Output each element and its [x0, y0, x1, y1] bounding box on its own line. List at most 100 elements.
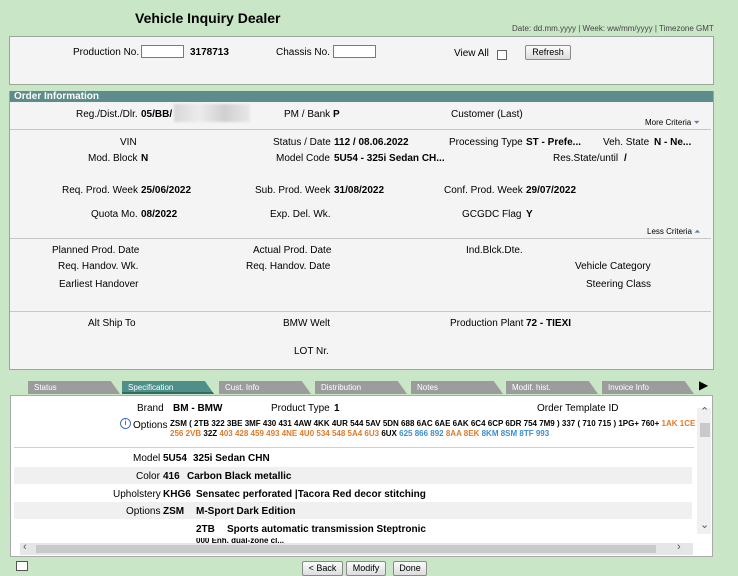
tab-invoice-info[interactable]: Invoice Info	[602, 381, 694, 394]
sub-option-code: 2TB	[196, 524, 215, 535]
mod-block-value: N	[141, 153, 149, 164]
tab-scroll-right-icon[interactable]: ▶	[699, 378, 708, 392]
options-label: Options	[133, 420, 168, 431]
reg-dist-dlr-value: 05/BB/	[141, 109, 173, 120]
alt-ship-to-label: Alt Ship To	[88, 318, 136, 329]
order-info-header: Order Information	[10, 91, 713, 102]
modify-button[interactable]: Modify	[346, 561, 386, 576]
veh-state-value: N - Ne...	[654, 137, 692, 148]
bmw-welt-label: BMW Welt	[283, 318, 331, 329]
options-group-c: 403 428 459 493 4NE 4U0 534 548 5A4 6U3	[219, 429, 380, 438]
scroll-down-icon[interactable]: ⌄	[700, 518, 709, 531]
status-date-label: Status / Date	[273, 137, 331, 148]
scroll-thumb-h[interactable]	[36, 545, 656, 553]
brand-label: Brand	[137, 403, 164, 414]
more-criteria-link[interactable]: More Criteria ⏷	[645, 118, 700, 128]
page-title: Vehicle Inquiry Dealer	[135, 10, 281, 26]
planned-prod-date-label: Planned Prod. Date	[52, 245, 140, 256]
info-icon[interactable]: i	[120, 418, 131, 429]
product-type-value: 1	[334, 403, 340, 414]
tab-specification[interactable]: Specification	[122, 381, 214, 394]
chevron-down-icon: ⏷	[693, 118, 700, 127]
tab-modif-hist[interactable]: Modif. hist.	[506, 381, 598, 394]
options-group-g: 8KM 8SM 8TF 993	[481, 429, 550, 438]
ind-blck-dte-label: Ind.Blck.Dte.	[466, 245, 523, 256]
model-code: 5U54	[163, 453, 187, 464]
actual-prod-date-label: Actual Prod. Date	[253, 245, 332, 256]
options-line-1-tail: 1AK 1CE	[661, 419, 696, 428]
quota-mo-label: Quota Mo.	[91, 209, 138, 220]
options-group-f: 8AA 8EK	[445, 429, 480, 438]
tab-status[interactable]: Status	[28, 381, 120, 394]
tab-notes[interactable]: Notes	[411, 381, 503, 394]
color-desc: Carbon Black metallic	[187, 471, 292, 482]
upholstery-label: Upholstery	[113, 489, 161, 500]
gcgdc-flag-label: GCGDC Flag	[462, 209, 522, 220]
chevron-up-icon: ⏶	[694, 227, 701, 236]
order-template-label: Order Template ID	[537, 403, 619, 414]
divider-3	[10, 311, 711, 312]
pm-bank-value: P	[333, 109, 340, 120]
view-all-checkbox[interactable]	[497, 50, 507, 60]
divider-2	[10, 238, 711, 239]
reg-dist-dlr-label: Reg./Dist./Dlr.	[76, 109, 138, 120]
options-row-code: ZSM	[163, 506, 185, 517]
req-handov-wk-label: Req. Handov. Wk.	[58, 261, 139, 272]
scroll-right-icon[interactable]: ›	[677, 541, 681, 553]
status-date-value: 112 / 08.06.2022	[334, 137, 409, 148]
conf-prod-week-value: 29/07/2022	[526, 185, 577, 196]
view-all-label: View All	[454, 48, 489, 59]
scroll-up-icon[interactable]: ⌃	[700, 405, 709, 418]
options-group-e: 625 866 892	[399, 429, 444, 438]
production-no-value: 3178713	[190, 47, 229, 58]
steering-class-label: Steering Class	[586, 279, 652, 290]
sub-option-desc: Sports automatic transmission Steptronic	[227, 524, 426, 535]
upholstery-code: KHG6	[163, 489, 191, 500]
refresh-button[interactable]: Refresh	[525, 45, 571, 60]
mod-block-label: Mod. Block	[88, 153, 138, 164]
processing-type-label: Processing Type	[449, 137, 523, 148]
exp-del-wk-label: Exp. Del. Wk.	[270, 209, 331, 220]
product-type-label: Product Type	[271, 403, 330, 414]
search-panel	[9, 36, 714, 85]
production-no-input[interactable]	[141, 45, 184, 58]
done-button[interactable]: Done	[393, 561, 427, 576]
model-desc: 325i Sedan CHN	[193, 453, 270, 464]
options-line-1-text: ZSM ( 2TB 322 3BE 3MF 430 431 4AW 4KK 4U…	[170, 419, 660, 428]
less-criteria-link[interactable]: Less Criteria ⏶	[647, 227, 701, 237]
veh-state-label: Veh. State	[603, 137, 650, 148]
options-group-d: 6UX	[381, 429, 397, 438]
production-plant-value: 72 - TIEXI	[526, 318, 572, 329]
header-meta: Date: dd.mm.yyyy | Week: ww/mm/yyyy | Ti…	[512, 24, 714, 33]
options-row-bg	[14, 502, 692, 519]
color-label: Color	[136, 471, 160, 482]
req-prod-week-value: 25/06/2022	[141, 185, 192, 196]
production-no-label: Production No.	[73, 47, 140, 58]
vin-label: VIN	[120, 137, 137, 148]
print-icon[interactable]	[16, 561, 28, 571]
scroll-left-icon[interactable]: ‹	[23, 541, 27, 553]
sub-prod-week-label: Sub. Prod. Week	[255, 185, 331, 196]
customer-label: Customer (Last)	[451, 109, 523, 120]
options-line-2: 256 2VB 32Z 403 428 459 493 4NE 4U0 534 …	[170, 429, 549, 438]
options-line-1: ZSM ( 2TB 322 3BE 3MF 430 431 4AW 4KK 4U…	[170, 419, 695, 428]
production-plant-label: Production Plant	[450, 318, 524, 329]
gcgdc-flag-value: Y	[526, 209, 533, 220]
chassis-no-label: Chassis No.	[276, 47, 330, 58]
back-button[interactable]: < Back	[302, 561, 343, 576]
tab-distribution[interactable]: Distribution	[315, 381, 407, 394]
options-group-b: 32Z	[203, 429, 218, 438]
options-row-label: Options	[126, 506, 161, 517]
color-row-bg	[14, 467, 692, 484]
scroll-thumb-v[interactable]	[700, 423, 710, 437]
sub-prod-week-value: 31/08/2022	[334, 185, 385, 196]
tab-cust-info[interactable]: Cust. Info	[219, 381, 311, 394]
model-code-value: 5U54 - 325i Sedan CH...	[334, 153, 445, 164]
chassis-no-input[interactable]	[333, 45, 376, 58]
res-state-label: Res.State/until	[553, 153, 619, 164]
options-group-a: 256 2VB	[170, 429, 202, 438]
options-row-desc: M-Sport Dark Edition	[196, 506, 296, 517]
model-label: Model	[133, 453, 161, 464]
earliest-handover-label: Earliest Handover	[59, 279, 139, 290]
quota-mo-value: 08/2022	[141, 209, 178, 220]
